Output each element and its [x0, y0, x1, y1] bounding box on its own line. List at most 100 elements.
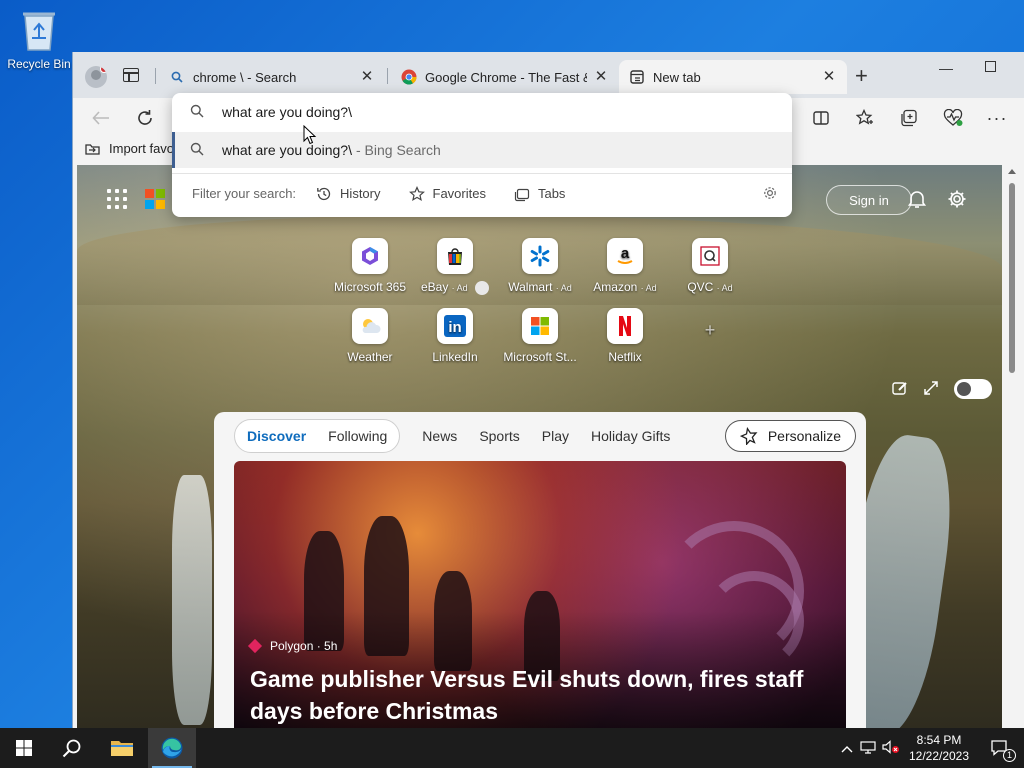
- article-headline[interactable]: Game publisher Versus Evil shuts down, f…: [250, 663, 830, 727]
- recycle-bin[interactable]: Recycle Bin: [6, 8, 72, 71]
- import-icon: [85, 142, 101, 156]
- feed-pill-group: Discover Following: [234, 419, 401, 453]
- walmart-icon: [522, 238, 558, 274]
- search-icon: [190, 142, 208, 159]
- tab-actions-icon[interactable]: [123, 68, 139, 82]
- netflix-icon: [607, 308, 643, 344]
- history-icon: [317, 187, 331, 200]
- svg-text:in: in: [448, 319, 461, 336]
- notifications-bell-icon[interactable]: [907, 189, 927, 212]
- new-tab-button[interactable]: +: [855, 65, 868, 87]
- refresh-icon[interactable]: [133, 106, 157, 130]
- address-bar-query: what are you doing?\: [222, 104, 352, 120]
- address-bar-dropdown: what are you doing?\ what are you doing?…: [172, 93, 792, 217]
- sign-in-button[interactable]: Sign in: [826, 185, 912, 215]
- search-icon: [190, 104, 208, 121]
- app-launcher-icon[interactable]: [107, 189, 127, 209]
- article-source[interactable]: Polygon · 5h: [247, 638, 337, 654]
- personalize-button[interactable]: Personalize: [724, 420, 856, 452]
- search-settings-gear-icon[interactable]: [762, 185, 778, 204]
- quick-link-weather[interactable]: Weather: [325, 308, 415, 364]
- page-scrollbar[interactable]: [1004, 165, 1020, 728]
- quick-link-microsoft-365[interactable]: Microsoft 365: [325, 238, 415, 294]
- tab-sports[interactable]: Sports: [479, 428, 519, 444]
- hero-article-card[interactable]: Polygon · 5h Game publisher Versus Evil …: [234, 461, 846, 728]
- page-settings-gear-icon[interactable]: [947, 189, 967, 212]
- filter-favorites[interactable]: Favorites: [408, 185, 486, 202]
- quick-link-walmart[interactable]: Walmart · Ad: [495, 238, 585, 294]
- tab-google-chrome[interactable]: Google Chrome - The Fast & Se ✕: [391, 60, 619, 94]
- background-toggle[interactable]: [954, 379, 992, 399]
- star-icon: [408, 185, 425, 201]
- linkedin-icon: in: [437, 308, 473, 344]
- split-screen-icon[interactable]: [809, 106, 833, 130]
- edge-taskbar-button[interactable]: [148, 728, 196, 768]
- minimize-icon[interactable]: —: [939, 60, 953, 76]
- search-button[interactable]: [48, 728, 96, 768]
- expand-icon[interactable]: [924, 380, 938, 398]
- quick-link-microsoft-store[interactable]: Microsoft St...: [495, 308, 585, 364]
- quick-link-ebay[interactable]: eBay · Ad: [410, 238, 500, 295]
- search-icon: [169, 69, 185, 85]
- show-hidden-icons-chevron-icon[interactable]: [838, 741, 856, 756]
- search-suggestion[interactable]: what are you doing?\ - Bing Search: [172, 132, 792, 168]
- taskbar: 8:54 PM 12/22/2023 1: [0, 728, 1024, 768]
- filter-history[interactable]: History: [316, 186, 381, 202]
- amazon-icon: a: [607, 238, 643, 274]
- collections-icon[interactable]: [897, 106, 921, 130]
- recycle-bin-icon: [19, 8, 59, 52]
- tab-title: Google Chrome - The Fast & Se: [425, 69, 587, 85]
- tab-new-tab[interactable]: New tab ✕: [619, 60, 847, 94]
- microsoft-365-icon: [352, 238, 388, 274]
- filter-label: Filter your search:: [192, 186, 297, 201]
- new-tab-page: Sign in Microsoft 365 eBay · Ad Walmart …: [77, 165, 1002, 728]
- maximize-icon[interactable]: [985, 61, 996, 72]
- microsoft-logo-icon: [145, 189, 165, 209]
- edit-background-icon[interactable]: [892, 380, 908, 399]
- tab-discover[interactable]: Discover: [247, 428, 306, 444]
- tab-news[interactable]: News: [422, 428, 457, 444]
- background-waterfall: [172, 475, 212, 725]
- network-icon[interactable]: [856, 740, 880, 757]
- tab-play[interactable]: Play: [542, 428, 569, 444]
- close-tab-icon[interactable]: ✕: [821, 69, 837, 85]
- tab-bing-search[interactable]: chrome \ - Search ✕: [159, 60, 385, 94]
- quick-link-linkedin[interactable]: in LinkedIn: [410, 308, 500, 364]
- search-icon: [62, 739, 81, 758]
- settings-more-icon[interactable]: ···: [985, 106, 1009, 130]
- file-explorer-button[interactable]: [98, 728, 146, 768]
- start-button[interactable]: [0, 728, 48, 768]
- add-quick-link-button[interactable]: +: [665, 320, 755, 341]
- favorites-icon[interactable]: [853, 106, 877, 130]
- search-filter-bar: Filter your search: History Favorites Ta…: [172, 173, 792, 213]
- tab-holiday-gifts[interactable]: Holiday Gifts: [591, 428, 670, 444]
- volume-muted-icon[interactable]: [880, 739, 902, 757]
- profile-avatar[interactable]: [85, 66, 107, 88]
- import-favorites-button[interactable]: Import favo: [85, 141, 174, 156]
- close-tab-icon[interactable]: ✕: [359, 69, 375, 85]
- close-tab-icon[interactable]: ✕: [593, 69, 609, 85]
- edge-icon: [161, 737, 183, 759]
- mouse-cursor-icon: [303, 124, 317, 148]
- clock-date: 12/22/2023: [908, 749, 970, 763]
- clock-time: 8:54 PM: [916, 733, 962, 747]
- browser-essentials-icon[interactable]: [941, 106, 965, 130]
- action-center-button[interactable]: 1: [976, 728, 1024, 768]
- quick-link-amazon[interactable]: a Amazon · Ad: [580, 238, 670, 294]
- polygon-logo-icon: [247, 638, 263, 654]
- personalize-sparkle-icon: [739, 427, 768, 445]
- scrollbar-thumb[interactable]: [1009, 183, 1015, 373]
- quick-link-netflix[interactable]: Netflix: [580, 308, 670, 364]
- tab-strip: chrome \ - Search ✕ Google Chrome - The …: [73, 52, 1024, 98]
- back-icon[interactable]: [89, 106, 113, 130]
- filter-tabs[interactable]: Tabs: [514, 186, 565, 202]
- address-bar-input[interactable]: what are you doing?\: [172, 94, 792, 130]
- scroll-up-icon[interactable]: [1008, 169, 1016, 174]
- tab-following[interactable]: Following: [328, 428, 387, 444]
- quick-link-qvc[interactable]: QVC · Ad: [665, 238, 755, 294]
- taskbar-clock[interactable]: 8:54 PM 12/22/2023: [905, 732, 973, 764]
- ad-info-dot[interactable]: [475, 280, 490, 295]
- tab-divider: [387, 68, 388, 84]
- notification-dot: [100, 66, 107, 73]
- weather-icon: [352, 308, 388, 344]
